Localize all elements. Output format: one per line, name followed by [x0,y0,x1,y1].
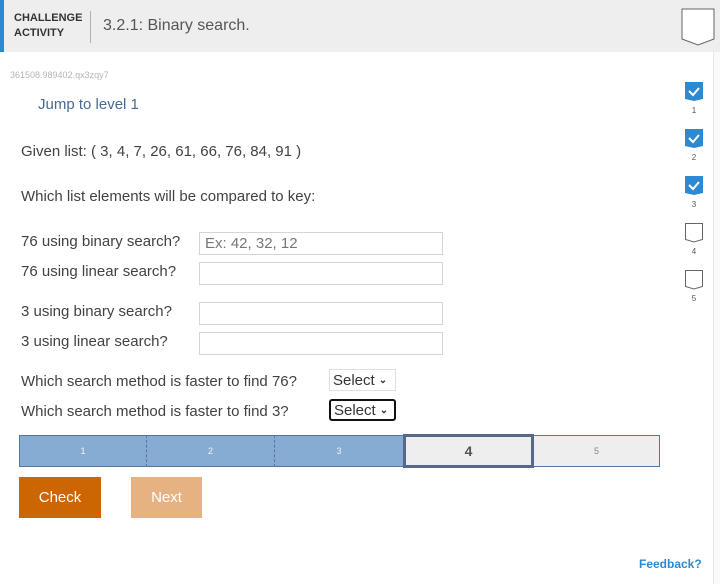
progress-segment-2[interactable]: 2 [147,435,275,467]
level-number: 3 [691,200,697,209]
checkmark-badge-icon [685,129,703,148]
empty-badge-icon [685,270,703,290]
level-indicator-3[interactable]: 3 [680,176,708,223]
faster-method-3-select[interactable]: Select ⌄ [329,399,396,421]
empty-badge-icon [685,223,703,243]
activity-title: 3.2.1: Binary search. [103,17,250,34]
level-indicator-5[interactable]: 5 [680,270,708,317]
level-number: 4 [691,247,697,256]
progress-segment-4-current[interactable]: 4 [403,434,534,468]
question-prompt: Which list elements will be compared to … [21,188,316,205]
level-number: 2 [691,153,697,162]
next-button[interactable]: Next [131,477,202,518]
given-list: Given list: ( 3, 4, 7, 26, 61, 66, 76, 8… [21,143,302,160]
level-number: 5 [691,294,697,303]
checkmark-badge-icon [685,176,703,195]
answer-76-linear-input[interactable] [199,262,443,285]
checkmark-badge-icon [685,82,703,101]
answer-3-binary-input[interactable] [199,302,443,325]
activity-id: 361508.989402.qx3zqy7 [10,70,109,80]
check-button[interactable]: Check [19,477,101,518]
progress-segment-3[interactable]: 3 [275,435,403,467]
select-value: Select [334,401,376,419]
activity-type-label: CHALLENGE ACTIVITY [14,11,84,41]
progress-segment-1[interactable]: 1 [19,435,147,467]
level-indicator-list: 1 2 3 4 5 [680,82,708,317]
select-value: Select [333,371,375,389]
field-label-3-binary: 3 using binary search? [21,303,172,320]
header-divider [90,11,91,43]
feedback-link[interactable]: Feedback? [639,557,702,571]
jump-to-level-link[interactable]: Jump to level 1 [38,96,139,113]
select-label-3: Which search method is faster to find 3? [21,403,289,420]
select-label-76: Which search method is faster to find 76… [21,373,297,390]
scrollbar-track[interactable] [713,52,720,584]
completion-shield-icon [681,8,715,46]
level-number: 1 [691,106,697,115]
answer-3-linear-input[interactable] [199,332,443,355]
field-label-76-linear: 76 using linear search? [21,263,177,280]
level-indicator-1[interactable]: 1 [680,82,708,129]
level-indicator-2[interactable]: 2 [680,129,708,176]
activity-header: CHALLENGE ACTIVITY 3.2.1: Binary search. [0,0,720,52]
field-label-3-linear: 3 using linear search? [21,333,168,350]
faster-method-76-select[interactable]: Select ⌄ [329,369,396,391]
answer-76-binary-input[interactable] [199,232,443,255]
level-indicator-4[interactable]: 4 [680,223,708,270]
activity-type-line1: CHALLENGE [14,12,83,24]
progress-segment-5[interactable]: 5 [534,435,660,467]
chevron-down-icon: ⌄ [379,404,389,416]
field-label-76-binary: 76 using binary search? [21,233,181,250]
activity-type-line2: ACTIVITY [14,27,65,39]
chevron-down-icon: ⌄ [378,374,388,386]
level-progress-bar: 1 2 3 4 5 [19,434,660,468]
